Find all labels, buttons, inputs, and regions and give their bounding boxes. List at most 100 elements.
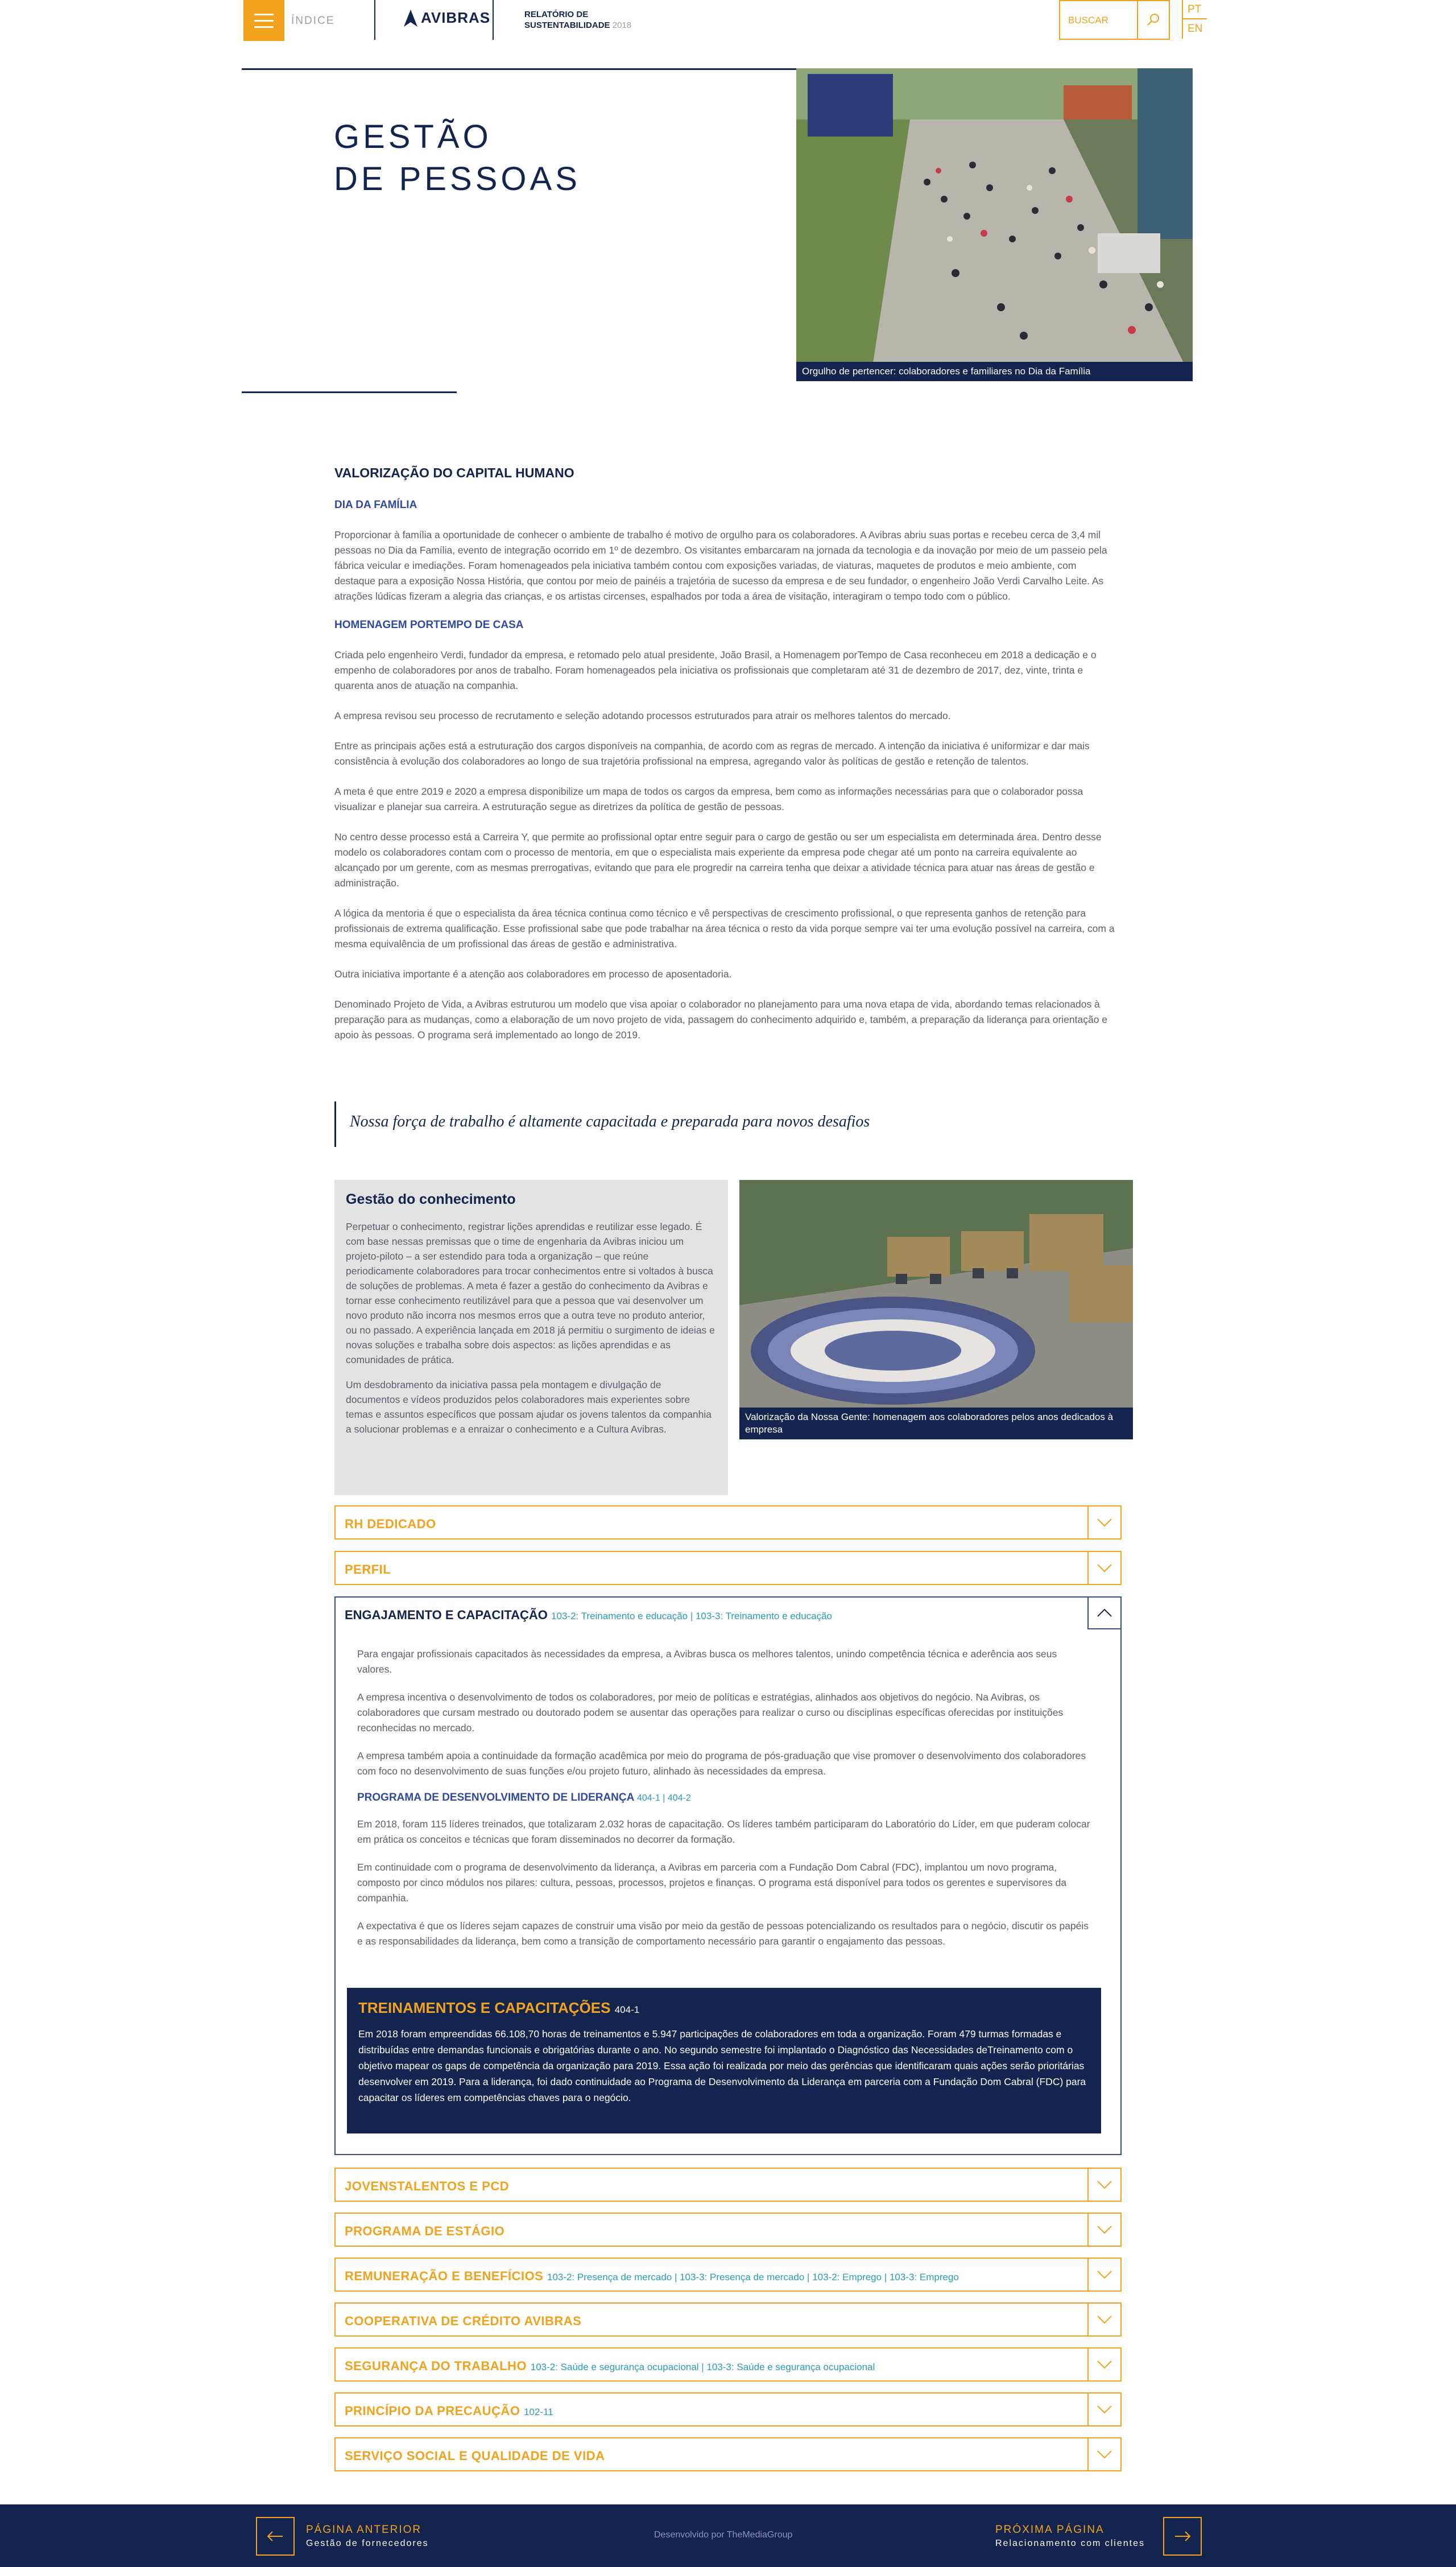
lang-en[interactable]: EN <box>1182 19 1207 39</box>
group-vehicles-photo <box>739 1180 1133 1439</box>
subsection-title: PROGRAMA DE DESENVOLVIMENTO DE LIDERANÇA… <box>357 1792 691 1803</box>
previous-page-button[interactable] <box>256 2517 295 2556</box>
previous-page-name: Gestão de fornecedores <box>306 2539 429 2548</box>
highlight-title: TREINAMENTOS E CAPACITAÇÕES 404-1 <box>358 1999 640 2016</box>
gri-reference: 102-11 <box>524 2407 553 2417</box>
search-button[interactable] <box>1137 1 1169 39</box>
box-paragraph: Perpetuar o conhecimento, registrar liçõ… <box>346 1221 715 1365</box>
accordion-label[interactable]: ENGAJAMENTO E CAPACITAÇÃO 103-2: Treinam… <box>345 1608 832 1623</box>
accordion-label: REMUNERAÇÃO E BENEFÍCIOS 103-2: Presença… <box>345 2269 959 2283</box>
accordion-precaucao[interactable]: PRINCÍPIO DA PRECAUÇÃO 102-11 <box>334 2392 1122 2426</box>
search-icon <box>1147 14 1159 26</box>
expand-toggle[interactable] <box>1087 2169 1120 2201</box>
developer-credit[interactable]: Desenvolvido por TheMediaGroup <box>654 2530 792 2540</box>
family-day-photo <box>796 68 1193 381</box>
paragraph: Outra iniciativa importante é a atenção … <box>334 968 732 980</box>
subsection-title: HOMENAGEM PORTEMPO DE CASA <box>334 619 524 631</box>
gri-reference: 103-2: Presença de mercado | 103-3: Pres… <box>547 2272 959 2283</box>
accordion-servico-social[interactable]: SERVIÇO SOCIAL E QUALIDADE DE VIDA <box>334 2437 1122 2471</box>
paragraph: A empresa revisou seu processo de recrut… <box>334 710 951 721</box>
accordion-label: COOPERATIVA DE CRÉDITO AVIBRAS <box>345 2314 582 2328</box>
expand-toggle[interactable] <box>1087 2259 1120 2291</box>
chevron-down-icon <box>1097 2450 1112 2459</box>
expand-toggle[interactable] <box>1087 1552 1120 1584</box>
accordion-cooperativa[interactable]: COOPERATIVA DE CRÉDITO AVIBRAS <box>334 2302 1122 2337</box>
accordion-label: PROGRAMA DE ESTÁGIO <box>345 2224 505 2238</box>
paragraph: Criada pelo engenheiro Verdi, fundador d… <box>334 649 1097 691</box>
hero-photo-caption: Orgulho de pertencer: colaboradores e fa… <box>796 362 1193 381</box>
gri-reference: 103-2: Saúde e segurança ocupacional | 1… <box>530 2362 875 2372</box>
search-box[interactable]: BUSCAR <box>1059 0 1170 40</box>
accordion-remuneracao[interactable]: REMUNERAÇÃO E BENEFÍCIOS 103-2: Presença… <box>334 2258 1122 2292</box>
chevron-down-icon <box>1097 2181 1112 2189</box>
index-link[interactable]: ÍNDICE <box>291 15 334 27</box>
paragraph: Denominado Projeto de Vida, a Avibras es… <box>334 998 1108 1041</box>
expand-toggle[interactable] <box>1087 2393 1120 2425</box>
subsection-title: DIA DA FAMÍLIA <box>334 499 417 511</box>
accordion-label: SERVIÇO SOCIAL E QUALIDADE DE VIDA <box>345 2449 605 2463</box>
previous-label: PÁGINA ANTERIOR <box>306 2524 422 2536</box>
report-title[interactable]: RELATÓRIO DE SUSTENTABILIDADE 2018 <box>524 9 631 31</box>
previous-page-link[interactable]: PÁGINA ANTERIOR Gestão de fornecedores <box>306 2524 429 2549</box>
accordion-engajamento-expanded: ENGAJAMENTO E CAPACITAÇÃO 103-2: Treinam… <box>334 1596 1122 2155</box>
main-content: VALORIZAÇÃO DO CAPITAL HUMANO DIA DA FAM… <box>334 455 1116 1058</box>
report-title-line2: SUSTENTABILIDADE 2018 <box>524 20 632 30</box>
paragraph: Entre as principais ações está a estrutu… <box>334 740 1090 767</box>
next-page-button[interactable] <box>1163 2517 1202 2556</box>
chevron-up-icon <box>1097 1608 1112 1617</box>
accordion-programa-estagio[interactable]: PROGRAMA DE ESTÁGIO <box>334 2213 1122 2247</box>
accordion-label: RH DEDICADO <box>345 1517 436 1531</box>
chevron-down-icon <box>1097 1564 1112 1573</box>
page-title: GESTÃO DE PESSOAS <box>334 116 581 200</box>
pull-quote: Nossa força de trabalho é altamente capa… <box>334 1101 1114 1147</box>
hero-photo: Orgulho de pertencer: colaboradores e fa… <box>796 68 1193 381</box>
next-label: PRÓXIMA PÁGINA <box>995 2524 1105 2536</box>
paragraph: A empresa incentiva o desenvolvimento de… <box>357 1691 1064 1734</box>
next-page-link[interactable]: PRÓXIMA PÁGINA Relacionamento com client… <box>995 2524 1145 2549</box>
paragraph: Em continuidade com o programa de desenv… <box>357 1862 1067 1904</box>
hamburger-line <box>254 26 274 28</box>
lang-pt[interactable]: PT <box>1182 0 1207 19</box>
expand-toggle[interactable] <box>1087 2438 1120 2470</box>
report-title-line1: RELATÓRIO DE <box>524 10 589 19</box>
page-title-line2: DE PESSOAS <box>334 160 581 197</box>
site-header: ÍNDICE AVIBRAS RELATÓRIO DE SUSTENTABILI… <box>0 0 1456 42</box>
box-paragraph: Um desdobramento da iniciativa passa pel… <box>346 1379 712 1435</box>
menu-button[interactable] <box>243 0 284 41</box>
paragraph: A expectativa é que os líderes sejam cap… <box>357 1920 1089 1947</box>
employees-photo: Valorização da Nossa Gente: homenagem ao… <box>739 1180 1133 1439</box>
highlight-text: Em 2018 foram empreendidas 66.108,70 hor… <box>358 2028 1086 2103</box>
expand-toggle[interactable] <box>1087 2304 1120 2335</box>
chevron-down-icon <box>1097 2405 1112 2414</box>
header-divider <box>493 0 494 40</box>
accordion-perfil[interactable]: PERFIL <box>334 1551 1122 1585</box>
paragraph: A meta é que entre 2019 e 2020 a empresa… <box>334 786 1083 812</box>
expand-toggle[interactable] <box>1087 2214 1120 2246</box>
accordion-jovens-talentos[interactable]: JOVENSTALENTOS E PCD <box>334 2168 1122 2202</box>
accordion-seguranca[interactable]: SEGURANÇA DO TRABALHO 103-2: Saúde e seg… <box>334 2347 1122 2382</box>
logo-text: AVIBRAS <box>421 9 491 26</box>
chevron-down-icon <box>1097 2316 1112 2324</box>
collapse-toggle[interactable] <box>1087 1598 1120 1629</box>
expand-toggle[interactable] <box>1087 2349 1120 2380</box>
search-input[interactable]: BUSCAR <box>1068 15 1108 26</box>
chevron-down-icon <box>1097 1518 1112 1527</box>
accordion-label: PERFIL <box>345 1562 391 1576</box>
next-page-name: Relacionamento com clientes <box>995 2539 1145 2548</box>
knowledge-management-box: Gestão do conhecimento Perpetuar o conhe… <box>334 1180 728 1495</box>
report-year: 2018 <box>612 20 632 30</box>
avibras-logo[interactable]: AVIBRAS <box>404 9 490 27</box>
employees-photo-caption: Valorização da Nossa Gente: homenagem ao… <box>739 1408 1133 1439</box>
section-title: VALORIZAÇÃO DO CAPITAL HUMANO <box>334 465 574 480</box>
expand-toggle[interactable] <box>1087 1507 1120 1538</box>
accordion-label: PRINCÍPIO DA PRECAUÇÃO 102-11 <box>345 2404 553 2418</box>
accordion-rh-dedicado[interactable]: RH DEDICADO <box>334 1505 1122 1540</box>
paragraph: A lógica da mentoria é que o especialist… <box>334 907 1115 950</box>
gri-reference: 103-2: Treinamento e educação | 103-3: T… <box>551 1611 833 1621</box>
accordion-body: Para engajar profissionais capacitados à… <box>357 1646 1094 1962</box>
paragraph: A empresa também apoia a continuidade da… <box>357 1750 1086 1777</box>
chevron-down-icon <box>1097 2360 1112 2369</box>
gri-reference: 404-1 | 404-2 <box>636 1793 691 1803</box>
paragraph: No centro desse processo está a Carreira… <box>334 831 1102 889</box>
paragraph: Proporcionar à família a oportunidade de… <box>334 529 1107 602</box>
